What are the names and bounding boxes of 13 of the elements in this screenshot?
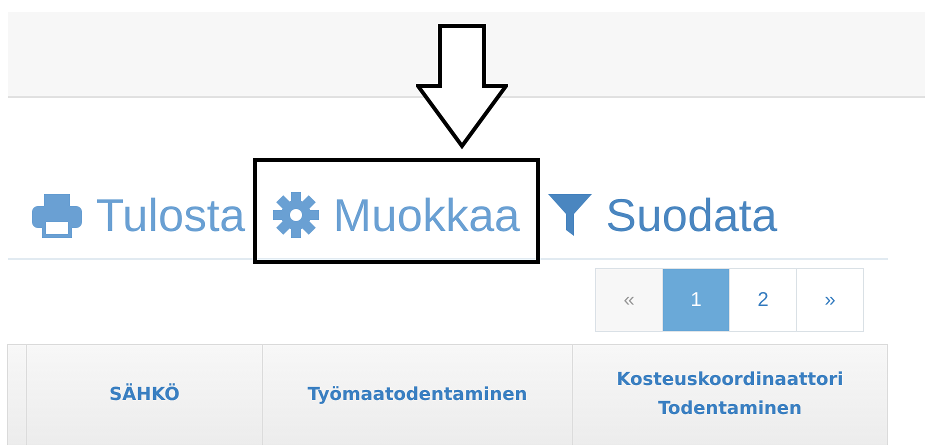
page-button[interactable]: 2 <box>729 268 797 332</box>
page-button[interactable]: « <box>595 268 663 332</box>
page-button[interactable]: 1 <box>662 268 730 332</box>
filter-icon <box>548 192 592 238</box>
page-button[interactable]: » <box>796 268 864 332</box>
gear-icon <box>273 192 320 238</box>
table-header-cell: Kosteuskoordinaattori Todentaminen <box>572 344 888 445</box>
table-header-cell: Työmaatodentaminen <box>262 344 573 445</box>
printer-icon <box>32 192 82 238</box>
edit-link[interactable]: Muokkaa <box>273 188 520 242</box>
filter-link[interactable]: Suodata <box>548 188 778 242</box>
table-header-cell: SÄHKÖ <box>26 344 263 445</box>
print-link[interactable]: Tulosta <box>32 188 246 242</box>
